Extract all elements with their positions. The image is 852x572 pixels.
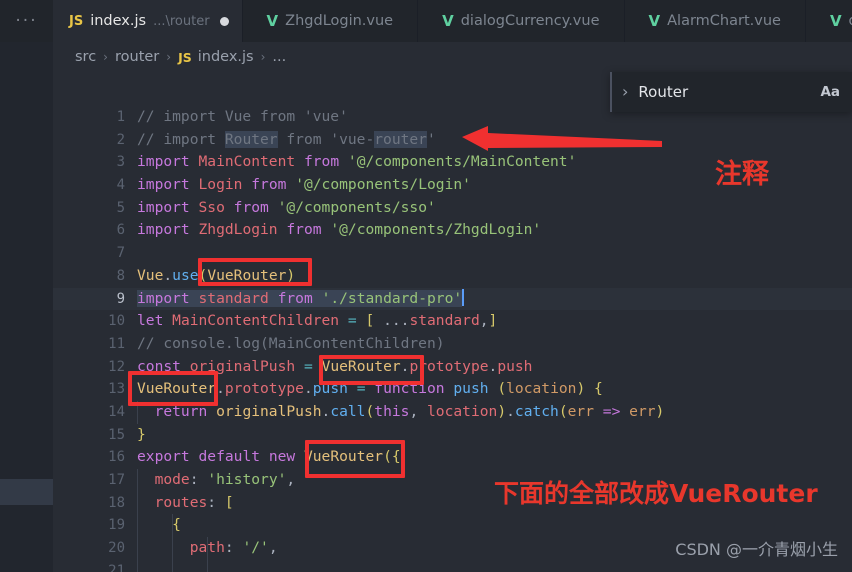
- text-cursor: [462, 288, 465, 306]
- line-number: 5: [116, 199, 125, 216]
- editor-tab-bar: JS index.js ...\router V ZhgdLogin.vue V…: [53, 0, 852, 42]
- line-content: // import Vue from 'vue': [137, 108, 348, 125]
- line-number: 1: [116, 109, 125, 125]
- line-number: 19: [108, 517, 125, 534]
- line-number: 11: [108, 335, 125, 352]
- breadcrumb-item-router[interactable]: router: [115, 49, 159, 65]
- code-line: 21: [53, 559, 852, 572]
- line-number: 4: [116, 177, 125, 194]
- line-content: let MainContentChildren = [ ...standard,…: [137, 312, 498, 330]
- code-line: 2 // import Router from 'vue-router': [53, 129, 852, 152]
- line-number: 17: [108, 472, 125, 488]
- breadcrumb-item-overflow[interactable]: ...: [272, 49, 286, 65]
- tab-label: di: [849, 13, 852, 29]
- line-content: path: '/',: [189, 539, 278, 557]
- activity-bar: ···: [0, 0, 53, 572]
- line-content: import Sso from '@/components/sso': [137, 198, 436, 216]
- line-number: 15: [108, 426, 125, 443]
- line-content: mode: 'history',: [154, 471, 296, 488]
- red-arrow-pointing-left: [462, 126, 662, 151]
- vue-file-icon: V: [829, 11, 842, 30]
- code-line: 6 import ZhgdLogin from '@/components/Zh…: [53, 219, 852, 242]
- line-number: 20: [108, 540, 125, 557]
- line-number: 21: [108, 562, 125, 572]
- line-content: }: [137, 425, 146, 443]
- line-number: 16: [108, 449, 125, 466]
- code-line: 16 export default new VueRouter({: [53, 446, 852, 469]
- line-content: import ZhgdLogin from '@/components/Zhgd…: [137, 221, 542, 239]
- activity-bar-body: [0, 42, 53, 572]
- line-number: 6: [116, 222, 125, 239]
- line-content: // console.log(MainContentChildren): [137, 334, 445, 352]
- tab-label: dialogCurrency.vue: [460, 13, 600, 29]
- tab-label: ZhgdLogin.vue: [285, 13, 394, 29]
- breadcrumb: src › router › JS index.js › ...: [53, 42, 852, 72]
- code-line: 19 {: [53, 514, 852, 538]
- breadcrumb-item-indexjs[interactable]: index.js: [198, 49, 254, 65]
- tab-sublabel: ...\router: [153, 13, 210, 29]
- line-number: 7: [116, 245, 125, 262]
- watermark: CSDN @一介青烟小生: [675, 540, 838, 559]
- vue-file-icon: V: [442, 11, 454, 30]
- tab-label: AlarmChart.vue: [667, 13, 781, 29]
- code-line: 13 VueRouter.prototype.push = function p…: [53, 378, 852, 401]
- more-actions-button[interactable]: ···: [0, 0, 53, 42]
- activity-bar-highlight: [0, 479, 53, 505]
- code-line: 12 const originalPush = VueRouter.protot…: [53, 356, 852, 379]
- code-line: 7: [53, 242, 852, 265]
- line-content: VueRouter.prototype.push = function push…: [137, 380, 603, 398]
- breadcrumb-item-src[interactable]: src: [75, 49, 96, 65]
- find-widget[interactable]: › Router Aa: [610, 72, 852, 112]
- line-content: import MainContent from '@/components/Ma…: [137, 153, 577, 171]
- line-content: return originalPush.call(this, location)…: [154, 402, 665, 420]
- tab-alarmchart-vue[interactable]: V AlarmChart.vue: [624, 0, 806, 42]
- line-number: 10: [108, 313, 125, 330]
- tab-label: index.js: [90, 13, 147, 29]
- chevron-right-icon: ›: [260, 50, 266, 64]
- annotation-bottom-label: 下面的全部改成VueRouter: [494, 479, 818, 508]
- code-line: 14 return originalPush.call(this, locati…: [53, 400, 852, 424]
- vue-file-icon: V: [648, 11, 661, 30]
- line-number: 13: [108, 381, 125, 398]
- line-content: {: [172, 516, 181, 534]
- line-content: const originalPush = VueRouter.prototype…: [137, 357, 533, 375]
- line-content: export default new VueRouter({: [137, 448, 401, 466]
- line-content: import standard from './standard-pro': [137, 288, 465, 307]
- annotation-comment-label: 注释: [715, 159, 769, 190]
- line-number: 14: [108, 403, 125, 420]
- code-line: 5 import Sso from '@/components/sso': [53, 197, 852, 220]
- code-line: 10 let MainContentChildren = [ ...standa…: [53, 310, 852, 333]
- line-number: 8: [116, 267, 125, 284]
- line-content: routes: [: [154, 493, 234, 511]
- line-content: Vue.use(VueRouter): [137, 266, 296, 284]
- code-line-active: 9 import standard from './standard-pro': [53, 287, 852, 311]
- js-file-icon: JS: [178, 49, 192, 65]
- code-line: 11 // console.log(MainContentChildren): [53, 333, 852, 356]
- find-input[interactable]: Router: [638, 83, 810, 101]
- line-number: 3: [116, 154, 125, 171]
- tab-partial-vue[interactable]: V di: [805, 0, 852, 42]
- chevron-right-icon: ›: [166, 50, 172, 64]
- chevron-right-icon[interactable]: ›: [622, 84, 628, 100]
- tab-zhgdlogin-vue[interactable]: V ZhgdLogin.vue: [242, 0, 419, 42]
- line-number: 12: [108, 358, 125, 375]
- tab-dialogcurrency-vue[interactable]: V dialogCurrency.vue: [418, 0, 625, 42]
- line-content: import Login from '@/components/Login': [137, 176, 471, 194]
- line-number: 18: [108, 494, 125, 511]
- line-number: 2: [116, 131, 125, 148]
- vue-file-icon: V: [266, 11, 279, 30]
- js-file-icon: JS: [69, 13, 84, 29]
- chevron-right-icon: ›: [103, 50, 108, 64]
- vscode-window: ··· JS index.js ...\router V ZhgdLogin.v…: [0, 0, 852, 572]
- code-line: 8 Vue.use(VueRouter): [53, 265, 852, 288]
- match-case-icon[interactable]: Aa: [820, 84, 840, 100]
- line-number: 9: [116, 290, 125, 307]
- unsaved-indicator-icon: [219, 16, 229, 26]
- tab-index-js[interactable]: JS index.js ...\router: [53, 0, 243, 42]
- code-line: 15 }: [53, 424, 852, 447]
- line-content: // import Router from 'vue-router': [137, 130, 436, 148]
